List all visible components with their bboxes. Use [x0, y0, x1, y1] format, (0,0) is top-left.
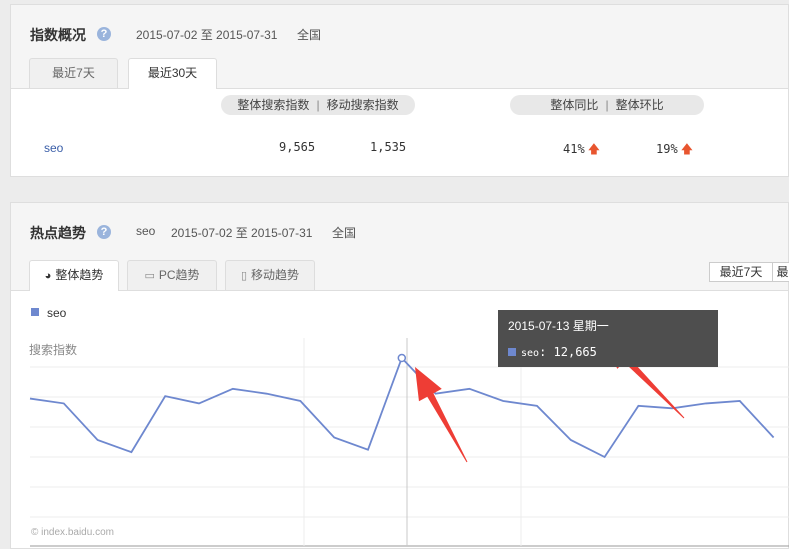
- trend-chart[interactable]: [0, 0, 789, 549]
- chart-tooltip: 2015-07-13 星期一 seo: 12,665: [498, 310, 718, 367]
- tooltip-date: 2015-07-13 星期一: [508, 319, 609, 333]
- red-arrow-annotation: [415, 367, 468, 463]
- series-points: [397, 353, 407, 363]
- tooltip-value-row: seo: 12,665: [508, 345, 597, 359]
- highlighted-point[interactable]: [397, 353, 407, 363]
- chart-grid: [30, 338, 789, 547]
- series-line-seo: [29, 356, 775, 459]
- tooltip-swatch: [508, 348, 516, 356]
